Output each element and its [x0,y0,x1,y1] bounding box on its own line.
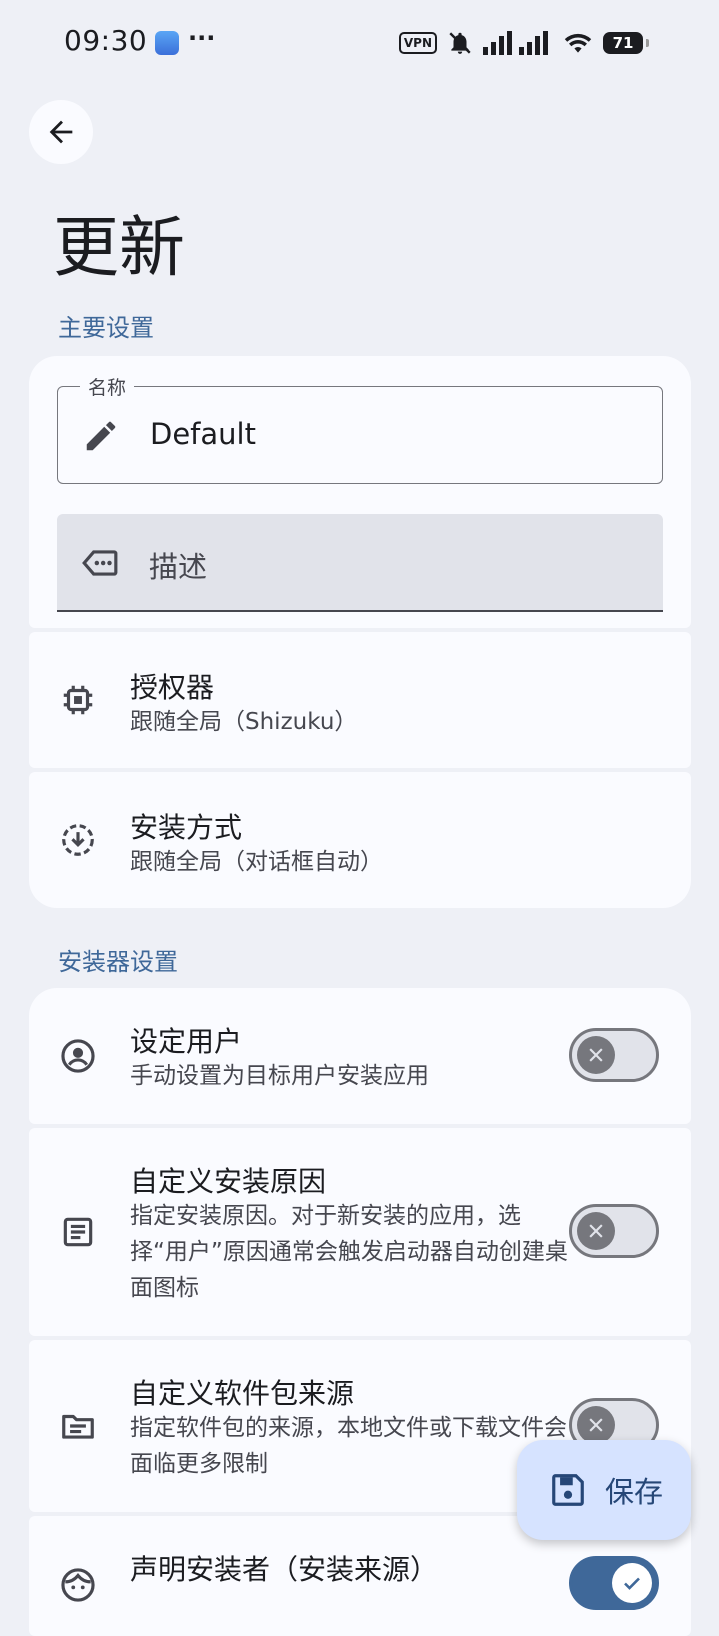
vpn-icon: VPN [398,32,437,54]
custom-reason-title: 自定义安装原因 [130,1165,327,1198]
set-user-item[interactable]: 设定用户 手动设置为目标用户安装应用 [29,988,691,1124]
status-icons: VPN 71 [398,30,649,56]
account-circle-icon [61,1039,95,1073]
label-icon [82,550,118,576]
authorizer-title: 授权器 [130,671,215,704]
install-method-subtitle: 跟随全局（对话框自动） [130,849,383,875]
back-button[interactable] [29,100,93,164]
description-field[interactable]: 描述 [57,514,663,612]
description-placeholder: 描述 [149,550,208,584]
save-button-label: 保存 [605,1475,664,1509]
chip-icon [63,685,93,715]
custom-reason-item[interactable]: 自定义安装原因 指定安装原因。对于新安装的应用，选择“用户”原因通常会触发启动器… [29,1128,691,1336]
custom-reason-switch[interactable] [569,1204,659,1258]
signal-icon [483,31,548,55]
declare-installer-title: 声明安装者（安装来源） [130,1553,439,1586]
wifi-icon [564,33,592,53]
more-notifications-icon: ··· [188,24,216,52]
battery-icon: 71 [603,32,649,54]
app-notification-icon [155,31,179,55]
arrow-back-icon [49,120,73,144]
article-icon [63,1217,93,1247]
authorizer-subtitle: 跟随全局（Shizuku） [130,709,358,735]
status-time: 09:30 [64,24,148,57]
name-field-label: 名称 [80,373,135,400]
edit-icon [86,421,116,451]
custom-source-title: 自定义软件包来源 [130,1377,355,1410]
declare-installer-switch[interactable] [569,1556,659,1610]
check-icon [624,1577,640,1590]
save-button[interactable]: 保存 [517,1440,691,1540]
close-icon [589,1418,603,1432]
folder-icon [62,1414,94,1439]
name-field-value: Default [150,417,256,451]
name-field[interactable]: 名称 Default [57,373,663,484]
custom-source-subtitle: 指定软件包的来源，本地文件或下载文件会面临更多限制 [130,1415,567,1477]
close-icon [589,1048,603,1062]
basic-info-card: 名称 Default 描述 [29,356,691,628]
section-label-main: 主要设置 [58,314,154,342]
bell-off-icon [449,32,471,54]
set-user-subtitle: 手动设置为目标用户安装应用 [130,1063,429,1089]
install-method-title: 安装方式 [130,811,243,844]
install-download-icon [62,824,94,856]
install-method-item[interactable]: 安装方式 跟随全局（对话框自动） [29,772,691,908]
section-label-installer: 安装器设置 [58,948,178,976]
page-title: 更新 [53,209,185,286]
face-icon [61,1568,95,1602]
close-icon [589,1224,603,1238]
authorizer-item[interactable]: 授权器 跟随全局（Shizuku） [29,632,691,768]
save-icon [552,1474,584,1506]
custom-reason-subtitle: 指定安装原因。对于新安装的应用，选择“用户”原因通常会触发启动器自动创建桌面图标 [130,1203,568,1301]
set-user-title: 设定用户 [130,1025,243,1058]
set-user-switch[interactable] [569,1028,659,1082]
